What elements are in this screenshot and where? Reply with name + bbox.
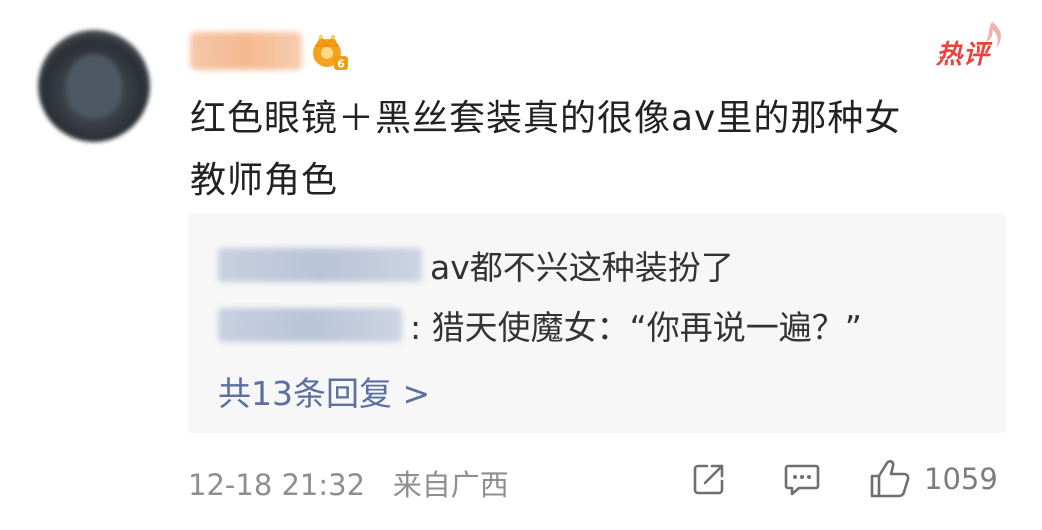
comment-body: 红色眼镜＋黑丝套装真的很像av里的那种女 教师角色	[190, 88, 990, 212]
comment-button[interactable]	[782, 458, 824, 500]
comment-icon	[784, 464, 820, 496]
like-count: 1059	[924, 462, 998, 496]
reply-item[interactable]: av都不兴这种装扮了	[218, 241, 734, 289]
comment-line-1: 红色眼镜＋黑丝套装真的很像av里的那种女	[190, 98, 902, 139]
like-button[interactable]: 1059	[868, 458, 998, 500]
comment-line-2: 教师角色	[190, 160, 339, 201]
reply-author-blurred[interactable]	[218, 248, 422, 282]
comment-date: 12-18 21:32	[188, 468, 366, 502]
username-blurred[interactable]	[190, 32, 302, 70]
avatar-figure	[66, 54, 122, 118]
reply-item[interactable]: : 猎天使魔女：“你再说一遍？”	[218, 301, 862, 349]
hot-comment-tag: 热评	[930, 18, 1010, 78]
crown-badge-icon: 6	[313, 34, 348, 71]
level-badge-number: 6	[337, 58, 345, 71]
thumbs-up-icon	[870, 460, 910, 498]
reply-preview-box[interactable]: av都不兴这种装扮了 : 猎天使魔女：“你再说一遍？” 共13条回复 >	[188, 213, 1006, 433]
hot-comment-card: 6 热评 红色眼镜＋黑丝套装真的很像av里的那种女 教师角色 av都不兴这种装扮…	[0, 0, 1042, 530]
hot-comment-label: 热评	[936, 40, 991, 70]
reply-author-blurred[interactable]	[218, 308, 402, 342]
view-all-replies-link[interactable]: 共13条回复 >	[218, 367, 430, 415]
comment-meta: 12-18 21:32 来自广西	[188, 462, 509, 504]
share-icon	[693, 464, 724, 495]
avatar[interactable]	[38, 30, 150, 142]
reply-text: : 猎天使魔女：“你再说一遍？”	[410, 308, 862, 347]
share-button[interactable]	[690, 458, 732, 500]
comment-location: 来自广西	[392, 468, 509, 502]
reply-text: av都不兴这种装扮了	[430, 248, 734, 287]
